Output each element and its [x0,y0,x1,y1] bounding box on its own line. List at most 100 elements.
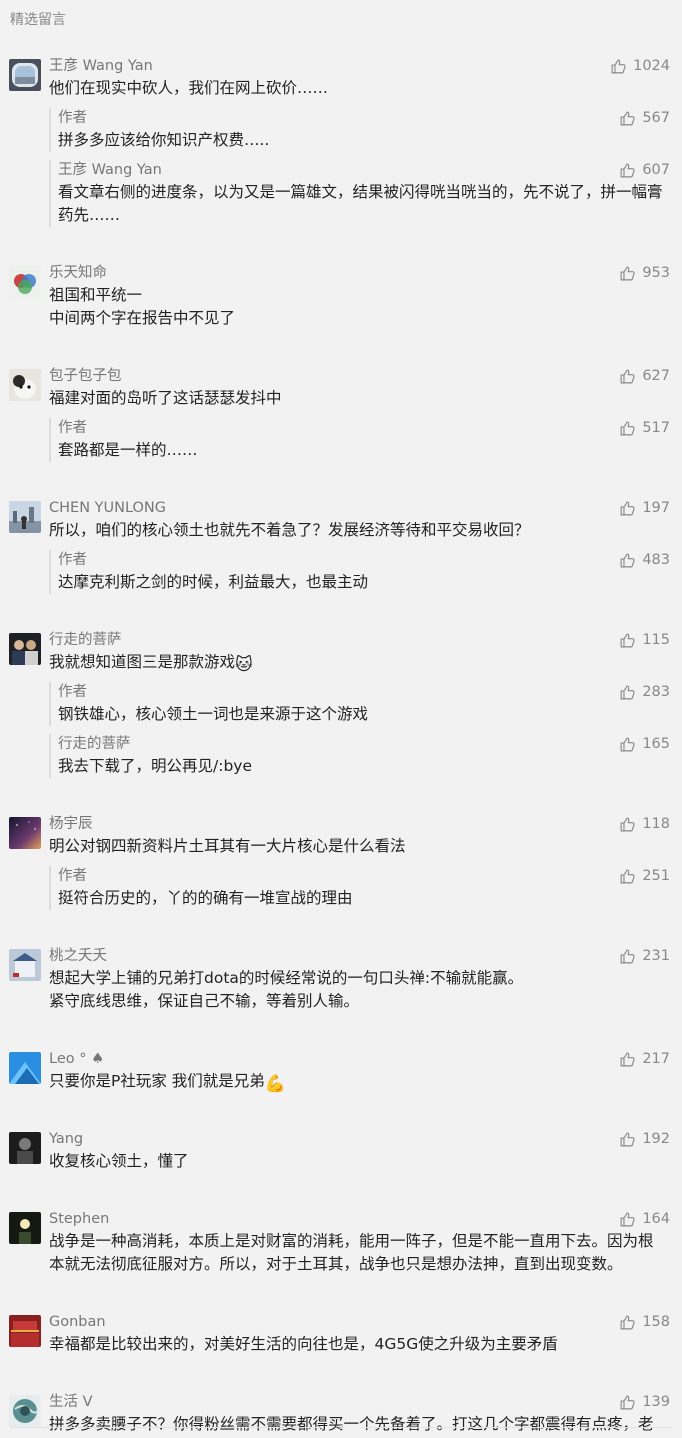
comment-item: Stephen 164 战争是一种高消耗，本质上是对财富的消耗，能用一阵子，但是不能… [0,1209,682,1276]
reply-text: 达摩克利斯之剑的时候，利益最大，也最主动 [58,573,369,591]
like-button[interactable]: 115 [619,630,670,650]
reply-text: 钢铁雄心，核心领土一词也是来源于这个游戏 [58,705,369,723]
comment-text: 我就想知道图三是那款游戏🐱 [49,653,253,675]
thumbs-up-icon [610,58,633,75]
thumbs-up-icon [619,868,642,885]
like-count: 139 [642,1394,670,1410]
reply-item: 作者 251 挺符合历史的，丫的的确有一堆宣战的理由 [49,866,670,910]
avatar[interactable] [9,1052,41,1084]
like-button[interactable]: 483 [619,550,670,570]
thumbs-up-icon [619,632,642,649]
comment-item: 行走的菩萨 115 我就想知道图三是那款游戏🐱 作者 283 钢铁雄心，核心领土一词也是来… [0,630,682,778]
thumbs-up-icon [619,1211,642,1228]
comment-author[interactable]: 行走的菩萨 [49,630,670,650]
thumbs-up-icon [619,736,642,753]
like-count: 627 [642,368,670,384]
like-button[interactable]: 517 [619,418,670,438]
like-button[interactable]: 567 [619,108,670,128]
comment-author[interactable]: Gonban [49,1312,670,1332]
avatar[interactable] [9,369,41,401]
avatar[interactable] [9,1212,41,1244]
like-count: 607 [642,162,670,178]
thumbs-up-icon [619,110,642,127]
like-button[interactable]: 1024 [610,56,670,76]
reply-author: 行走的菩萨 [58,736,131,752]
like-button[interactable]: 197 [619,498,670,518]
comment-list: 王彦 Wang Yan 1024 他们在现实中砍人，我们在网上砍价…… 作者 567 拼多… [0,56,682,1438]
avatar[interactable] [9,1395,41,1427]
like-button[interactable]: 627 [619,366,670,386]
avatar[interactable] [9,633,41,665]
like-button[interactable]: 139 [619,1392,670,1412]
thumbs-up-icon [619,368,642,385]
thumbs-up-icon [619,552,642,569]
avatar[interactable] [9,501,41,533]
like-button[interactable]: 118 [619,814,670,834]
like-count: 567 [642,110,670,126]
like-count: 197 [642,500,670,516]
like-count: 118 [642,816,670,832]
comment-text: 所以，咱们的核心领土也就先不着急了？发展经济等待和平交易收回？ [49,521,530,539]
avatar[interactable] [9,1315,41,1347]
comment-author[interactable]: Leo ° ♠ [49,1049,670,1069]
comment-author[interactable]: Yang [49,1129,670,1149]
like-button[interactable]: 231 [619,946,670,966]
avatar[interactable] [9,949,41,981]
thumbs-up-icon [619,500,642,517]
like-button[interactable]: 217 [619,1049,670,1069]
comment-author[interactable]: 乐天知命 [49,263,670,283]
reply-item: 作者 517 套路都是一样的…… [49,418,670,462]
avatar[interactable] [9,59,41,91]
like-button[interactable]: 165 [619,734,670,754]
thumbs-up-icon [619,420,642,437]
emoji-icon: 💪 [264,1074,286,1094]
comment-item: 桃之夭夭 231 想起大学上铺的兄弟打dota的时候经常说的一句口头禅:不输就能赢。… [0,946,682,1013]
like-count: 192 [642,1131,670,1147]
comment-author[interactable]: 包子包子包 [49,366,670,386]
like-button[interactable]: 607 [619,160,670,180]
avatar[interactable] [9,1132,41,1164]
like-count: 158 [642,1314,670,1330]
reply-author: 作者 [58,420,87,436]
avatar[interactable] [9,266,41,298]
like-button[interactable]: 953 [619,263,670,283]
comment-text: 明公对钢四新资料片土耳其有一大片核心是什么看法 [49,837,406,855]
like-button[interactable]: 158 [619,1312,670,1332]
reply-item: 王彦 Wang Yan 607 看文章右侧的进度条，以为又是一篇雄文，结果被闪得咣当… [49,160,670,227]
thumbs-up-icon [619,684,642,701]
thumbs-up-icon [619,1314,642,1331]
comment-item: 包子包子包 627 福建对面的岛听了这话瑟瑟发抖中 作者 517 套路都是一样的…… [0,366,682,462]
comment-item: 杨宇辰 118 明公对钢四新资料片土耳其有一大片核心是什么看法 作者 251 挺符合历史的… [0,814,682,910]
comment-text: 想起大学上铺的兄弟打dota的时候经常说的一句口头禅:不输就能赢。 紧守底线思维，… [49,969,524,1010]
comment-author[interactable]: 王彦 Wang Yan [49,56,670,76]
like-button[interactable]: 283 [619,682,670,702]
comment-item: Yang 192 收复核心领土，懂了 [0,1129,682,1173]
like-count: 1024 [633,58,670,74]
reply-text: 拼多多应该给你知识产权费….. [58,131,270,149]
thumbs-up-icon [619,816,642,833]
thumbs-up-icon [619,1051,642,1068]
comment-item: 乐天知命 953 祖国和平统一 中间两个字在报告中不见了 [0,263,682,330]
comment-item: 王彦 Wang Yan 1024 他们在现实中砍人，我们在网上砍价…… 作者 567 拼多… [0,56,682,227]
comment-item: CHEN YUNLONG 197 所以，咱们的核心领土也就先不着急了？发展经济等待和… [0,498,682,594]
comment-author[interactable]: Stephen [49,1209,670,1229]
like-button[interactable]: 164 [619,1209,670,1229]
comment-item: 生活 V 139 拼多多卖腰子不？你得粉丝需不需要都得买一个先备着了。打这几个字都震… [0,1392,682,1438]
reply-author: 作者 [58,868,87,884]
like-button[interactable]: 251 [619,866,670,886]
comment-text: 祖国和平统一 中间两个字在报告中不见了 [49,286,236,327]
comment-author[interactable]: 生活 V [49,1392,670,1412]
thumbs-up-icon [619,1394,642,1411]
reply-author: 作者 [58,552,87,568]
like-count: 217 [642,1051,670,1067]
comment-item: Gonban 158 幸福都是比较出来的，对美好生活的向往也是，4G5G使之升级为主… [0,1312,682,1356]
like-button[interactable]: 192 [619,1129,670,1149]
avatar[interactable] [9,817,41,849]
section-title: 精选留言 [10,12,66,28]
comment-author[interactable]: 杨宇辰 [49,814,670,834]
thumbs-up-icon [619,948,642,965]
comment-author[interactable]: CHEN YUNLONG [49,498,670,518]
comment-text: 他们在现实中砍人，我们在网上砍价…… [49,79,329,97]
comment-author[interactable]: 桃之夭夭 [49,946,670,966]
reply-item: 作者 567 拼多多应该给你知识产权费….. [49,108,670,152]
